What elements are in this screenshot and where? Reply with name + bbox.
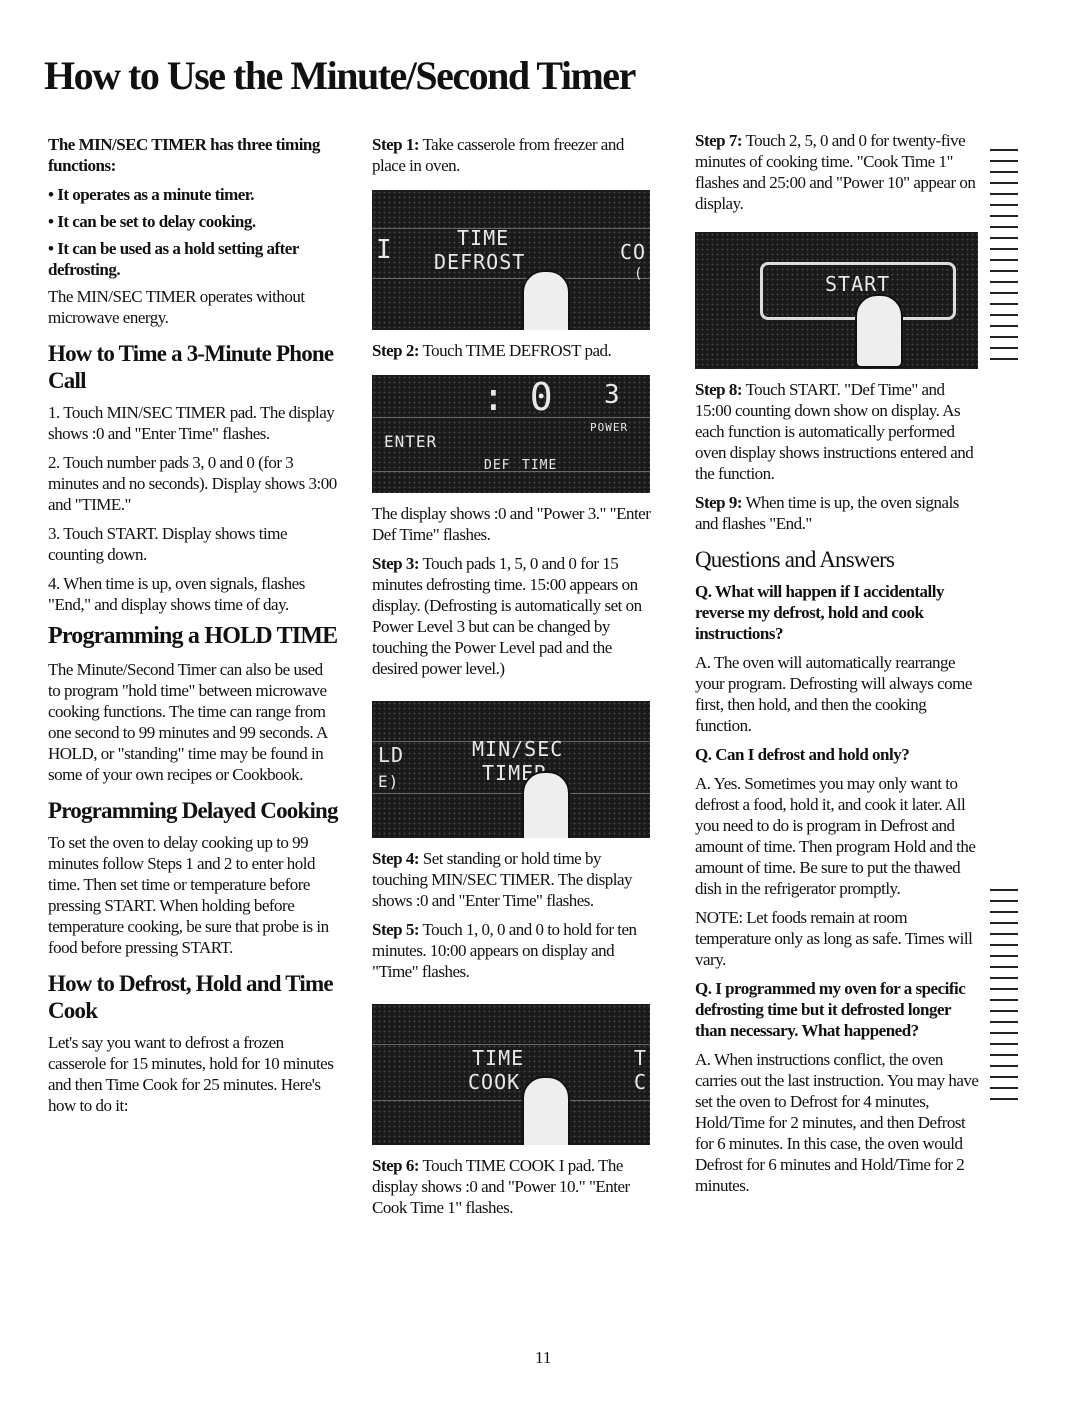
step-6: Step 6: Touch TIME COOK I pad. The displ… bbox=[372, 1156, 630, 1217]
step-2: Step 2: Touch TIME DEFROST pad. bbox=[372, 341, 612, 360]
finger-icon bbox=[522, 1076, 570, 1145]
qa-heading: Questions and Answers bbox=[695, 547, 895, 572]
list-item: It operates as a minute timer. bbox=[48, 184, 338, 205]
step-5: Step 5: Touch 1, 0, 0 and 0 to hold for … bbox=[372, 920, 637, 981]
answer: A. Yes. Sometimes you may only want to d… bbox=[695, 774, 976, 898]
phone-call-heading: How to Time a 3-Minute Phone Call bbox=[48, 341, 334, 393]
answer: A. When instructions conflict, the oven … bbox=[695, 1050, 979, 1195]
column-3: Step 7: Touch 2, 5, 0 and 0 for twenty-f… bbox=[695, 130, 980, 1204]
page-number: 11 bbox=[535, 1348, 552, 1367]
time-defrost-panel-image: I TIME DEFROST CO ( bbox=[372, 190, 650, 330]
defrost-hold-text: Let's say you want to defrost a frozen c… bbox=[48, 1033, 334, 1115]
hold-time-text: The Minute/Second Timer can also be used… bbox=[48, 660, 327, 784]
phone-step: 2. Touch number pads 3, 0 and 0 (for 3 m… bbox=[48, 453, 337, 514]
step-8: Step 8: Touch START. "Def Time" and 15:0… bbox=[695, 380, 974, 483]
question: Q. What will happen if I accidentally re… bbox=[695, 582, 944, 643]
list-item: It can be used as a hold setting after d… bbox=[48, 238, 338, 280]
time-cook-panel-image: TIME COOK T C bbox=[372, 1004, 650, 1145]
delayed-cooking-heading: Programming Delayed Cooking bbox=[48, 798, 339, 823]
finger-icon bbox=[522, 270, 570, 330]
edge-scan-marks bbox=[990, 880, 1018, 1109]
answer: A. The oven will automatically rearrange… bbox=[695, 653, 972, 735]
page-title: How to Use the Minute/Second Timer bbox=[44, 53, 636, 98]
display-note: The display shows :0 and "Power 3." "Ent… bbox=[372, 504, 651, 544]
question: Q. Can I defrost and hold only? bbox=[695, 745, 910, 764]
start-panel-image: START bbox=[695, 232, 978, 369]
phone-step: 4. When time is up, oven signals, flashe… bbox=[48, 574, 305, 614]
column-1: The MIN/SEC TIMER has three timing funct… bbox=[48, 134, 339, 1124]
note: NOTE: Let foods remain at room temperatu… bbox=[695, 908, 973, 969]
step-3: Step 3: Touch pads 1, 5, 0 and 0 for 15 … bbox=[372, 554, 642, 678]
delayed-cooking-text: To set the oven to delay cooking up to 9… bbox=[48, 833, 329, 957]
step-1: Step 1: Take casserole from freezer and … bbox=[372, 135, 624, 175]
step-9: Step 9: When time is up, the oven signal… bbox=[695, 493, 959, 533]
phone-step: 3. Touch START. Display shows time count… bbox=[48, 524, 288, 564]
column-2: Step 1: Take casserole from freezer and … bbox=[372, 134, 657, 1226]
edge-scan-marks bbox=[990, 140, 1018, 369]
min-sec-panel-image: LD E) MIN/SEC TIMER bbox=[372, 701, 650, 838]
question: Q. I programmed my oven for a specific d… bbox=[695, 979, 966, 1040]
timer-functions-list: It operates as a minute timer. It can be… bbox=[48, 184, 338, 280]
phone-step: 1. Touch MIN/SEC TIMER pad. The display … bbox=[48, 403, 335, 443]
step-4: Step 4: Set standing or hold time by tou… bbox=[372, 849, 633, 910]
intro-note: The MIN/SEC TIMER operates without micro… bbox=[48, 287, 305, 327]
defrost-hold-heading: How to Defrost, Hold and Time Cook bbox=[48, 971, 334, 1023]
hold-time-heading: Programming a HOLD TIME bbox=[48, 623, 338, 649]
finger-icon bbox=[855, 294, 903, 368]
finger-icon bbox=[522, 771, 570, 838]
intro: The MIN/SEC TIMER has three timing funct… bbox=[48, 135, 320, 175]
list-item: It can be set to delay cooking. bbox=[48, 211, 338, 232]
step-7: Step 7: Touch 2, 5, 0 and 0 for twenty-f… bbox=[695, 131, 976, 213]
display-panel-image: : 0 3 POWER ENTER DEF TIME bbox=[372, 375, 650, 493]
